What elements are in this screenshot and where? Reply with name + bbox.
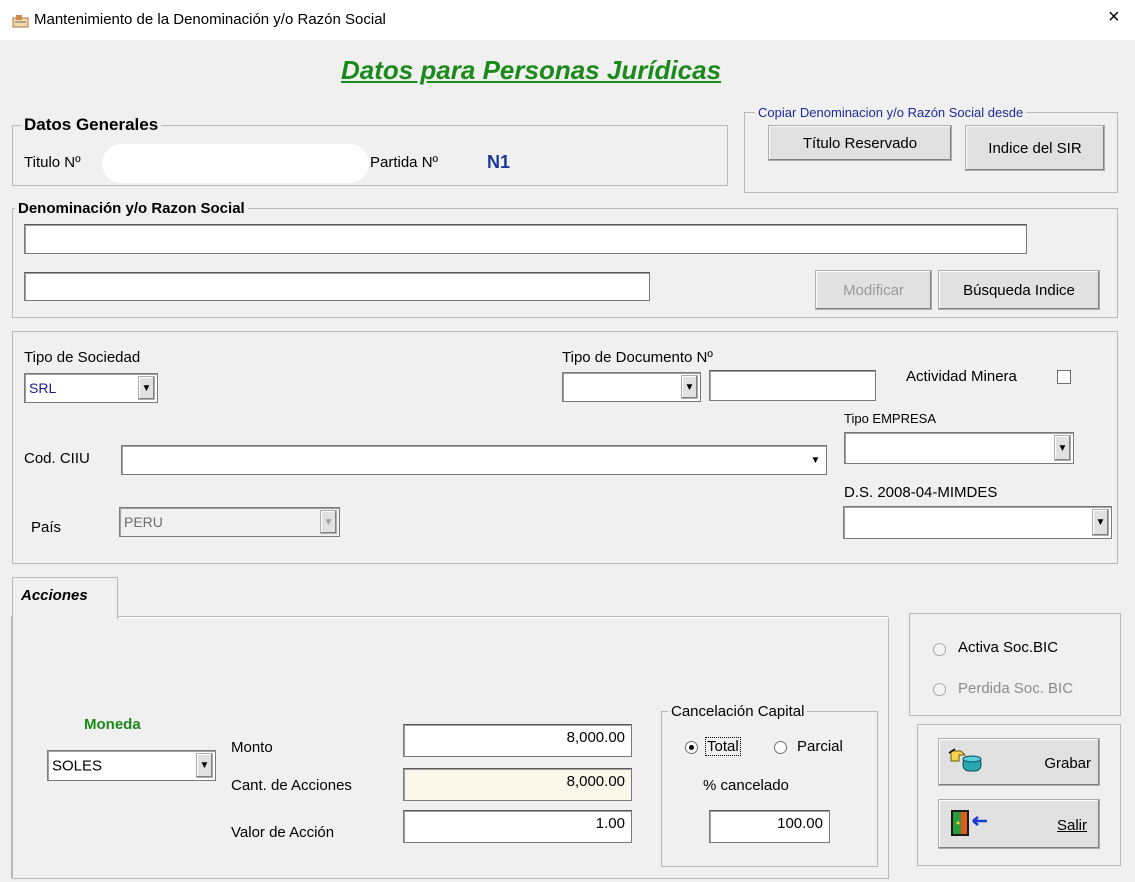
tab-acciones-label: Acciones [21,587,88,604]
moneda-select[interactable]: SOLES ▼ [47,750,216,781]
ciiu-label: Cod. CIIU [24,450,90,467]
pais-value: PERU [124,514,163,530]
pct-cancelado-label: % cancelado [703,777,789,794]
tipo-sociedad-value: SRL [29,380,57,396]
chevron-down-icon[interactable]: ▼ [196,753,213,778]
busqueda-indice-button[interactable]: Búsqueda Indice [938,270,1100,310]
titulo-label: Titulo Nº [24,154,81,171]
denominacion-line1-input[interactable] [24,224,1027,254]
actividad-minera-label: Actividad Minera [906,368,1017,385]
save-icon [948,748,982,772]
valor-accion-label: Valor de Acción [231,824,335,841]
titulo-value [102,144,369,183]
total-radio[interactable] [685,741,698,754]
indice-sir-button[interactable]: Indice del SIR [965,125,1105,171]
monto-label: Monto [231,739,273,756]
partida-label: Partida Nº [370,154,439,171]
chevron-down-icon[interactable]: ▼ [807,448,824,472]
exit-door-icon [951,810,987,836]
close-icon[interactable]: × [1108,6,1120,29]
pais-select[interactable]: PERU ▼ [119,507,340,537]
ds-select[interactable]: ▼ [843,506,1112,539]
documento-numero-input[interactable] [709,370,876,401]
title-bar: Mantenimiento de la Denominación y/o Raz… [0,0,1135,40]
moneda-label: Moneda [84,716,141,733]
salir-label: Salir [1056,817,1087,834]
chevron-down-icon[interactable]: ▼ [681,375,698,399]
valor-accion-input[interactable]: 1.00 [403,810,632,843]
pct-cancelado-input[interactable]: 100.00 [709,810,830,843]
activa-bic-radio[interactable] [933,643,946,656]
grabar-label: Grabar [1044,755,1091,772]
parcial-label[interactable]: Parcial [797,738,843,755]
tipo-sociedad-select[interactable]: SRL ▼ [24,373,158,403]
ciiu-select[interactable]: ▼ [121,445,827,475]
tipo-documento-label: Tipo de Documento Nº [562,349,713,366]
app-icon [12,15,29,28]
cancelacion-legend: Cancelación Capital [671,703,805,720]
tab-acciones[interactable]: Acciones [12,577,118,619]
cant-acciones-input[interactable]: 8,000.00 [403,768,632,801]
chevron-down-icon[interactable]: ▼ [320,510,337,534]
window-title: Mantenimiento de la Denominación y/o Raz… [34,11,386,28]
modificar-button[interactable]: Modificar [815,270,932,310]
total-label[interactable]: Total [705,737,741,756]
moneda-value: SOLES [52,757,103,774]
chevron-down-icon[interactable]: ▼ [138,376,155,400]
denominacion-legend: Denominación y/o Razon Social [18,200,245,217]
tipo-empresa-select[interactable]: ▼ [844,432,1074,464]
tipo-empresa-label: Tipo EMPRESA [844,411,936,426]
activa-bic-label[interactable]: Activa Soc.BIC [958,639,1058,656]
monto-input[interactable]: 8,000.00 [403,724,632,757]
tipo-documento-select[interactable]: ▼ [562,372,701,402]
datos-generales-legend: Datos Generales [24,115,159,134]
chevron-down-icon[interactable]: ▼ [1054,435,1071,461]
perdida-bic-radio[interactable] [933,683,946,696]
partida-value: N1 [487,152,511,172]
page-heading: Datos para Personas Jurídicas [340,55,722,85]
pais-label: País [31,519,62,536]
titulo-reservado-button[interactable]: Título Reservado [768,125,952,161]
tipo-sociedad-label: Tipo de Sociedad [24,349,141,366]
ds-label: D.S. 2008-04-MIMDES [844,484,998,501]
grabar-button[interactable]: Grabar [938,738,1100,786]
actividad-minera-checkbox[interactable] [1057,370,1071,384]
bic-group [909,613,1121,716]
copiar-legend: Copiar Denominacion y/o Razón Social des… [758,105,1024,120]
parcial-radio[interactable] [774,741,787,754]
chevron-down-icon[interactable]: ▼ [1092,509,1109,536]
salir-button[interactable]: Salir [938,799,1100,849]
denominacion-line2-input[interactable] [24,272,650,301]
perdida-bic-label: Perdida Soc. BIC [958,680,1074,697]
cant-acciones-label: Cant. de Acciones [231,777,352,794]
